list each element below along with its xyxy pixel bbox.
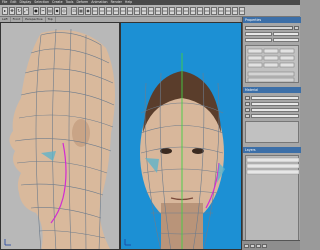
toolbar-button[interactable]: ▭ (190, 6, 196, 15)
move-tool-button[interactable]: ✥ (9, 6, 15, 15)
toolbar-button[interactable]: ▭ (106, 6, 112, 15)
toolbar-button[interactable]: ▭ (211, 6, 217, 15)
property-field[interactable] (245, 31, 272, 36)
toolbar-button[interactable]: ▭ (134, 6, 140, 15)
select-tool-button[interactable]: ▸ (2, 6, 8, 15)
property-row (245, 31, 299, 36)
property-row (245, 37, 299, 42)
property-field[interactable] (272, 37, 299, 42)
property-row (245, 107, 299, 112)
property-field[interactable] (251, 107, 299, 112)
toolbar-button[interactable]: ▭ (92, 6, 98, 15)
new-layer-icon[interactable] (244, 243, 249, 248)
layers-rows (246, 157, 300, 175)
grid-tool-button[interactable]: ▦ (78, 6, 84, 15)
extrude-tool-button[interactable]: ▤ (47, 6, 53, 15)
transform-grid (247, 48, 295, 83)
property-row (245, 101, 299, 106)
right-eye-shape (192, 148, 204, 154)
delete-layer-icon[interactable] (250, 243, 255, 248)
snap-tool-button[interactable]: ⊡ (71, 6, 77, 15)
property-row (245, 113, 299, 118)
side-head-photo (9, 30, 115, 249)
property-field[interactable] (245, 37, 272, 42)
side-view-canvas[interactable] (1, 23, 120, 250)
toolbar-button[interactable]: ▭ (99, 6, 105, 15)
toolbar-button[interactable]: ▭ (120, 6, 126, 15)
toolbar-button[interactable]: ▭ (225, 6, 231, 15)
property-row (245, 95, 299, 100)
toolbar-button[interactable]: ▭ (204, 6, 210, 15)
checkbox[interactable] (245, 113, 250, 118)
material-list[interactable] (245, 121, 299, 143)
front-view-canvas[interactable] (121, 23, 242, 250)
panel-title: Properties (243, 17, 301, 23)
axis-icon (4, 239, 11, 246)
properties-panel: Properties Material Layers (242, 17, 301, 250)
main-toolbar: ▸ ✥ ↻ ⤢ ● ✂ ▤ ◆ ◎ ⊡ ▦ ◉ ▭ ▭ ▭ ▭ ▭ ▭ ▭ ▭ … (0, 5, 300, 17)
viewport-side[interactable] (0, 22, 120, 250)
toolbar-button[interactable]: ▭ (232, 6, 238, 15)
viewport-front[interactable] (120, 22, 242, 250)
smooth-tool-button[interactable]: ◎ (61, 6, 67, 15)
axis-icon (124, 239, 131, 246)
property-row (245, 25, 299, 30)
weld-tool-button[interactable]: ● (33, 6, 39, 15)
toolbar-button[interactable]: ▭ (162, 6, 168, 15)
toolbar-button[interactable]: ▭ (183, 6, 189, 15)
toolbar-button[interactable]: ▭ (148, 6, 154, 15)
layers-list[interactable] (245, 155, 300, 249)
left-eye-shape (160, 148, 172, 154)
toolbar-button[interactable]: ▭ (155, 6, 161, 15)
scale-tool-button[interactable]: ⤢ (23, 6, 29, 15)
toolbar-button[interactable]: ▭ (218, 6, 224, 15)
visibility-icon[interactable] (256, 243, 261, 248)
ear-shape (72, 119, 90, 147)
property-field[interactable] (251, 95, 299, 100)
bevel-tool-button[interactable]: ◆ (54, 6, 60, 15)
toolbar-button[interactable]: ▭ (176, 6, 182, 15)
panel-statusbar (242, 240, 300, 250)
camera-tool-button[interactable]: ◉ (85, 6, 91, 15)
toolbar-button[interactable]: ▭ (127, 6, 133, 15)
dropdown-arrow-icon[interactable] (294, 25, 299, 30)
rotate-tool-button[interactable]: ↻ (16, 6, 22, 15)
checkbox[interactable] (245, 107, 250, 112)
lock-icon[interactable] (262, 243, 267, 248)
toolbar-button[interactable]: ▭ (197, 6, 203, 15)
toolbar-button[interactable]: ▭ (239, 6, 245, 15)
property-field[interactable] (272, 31, 299, 36)
transform-block (245, 45, 299, 83)
material-section-title[interactable]: Material (243, 87, 301, 93)
layers-section-title[interactable]: Layers (243, 147, 301, 153)
property-field[interactable] (251, 101, 299, 106)
checkbox[interactable] (245, 95, 250, 100)
cut-tool-button[interactable]: ✂ (40, 6, 46, 15)
toolbar-button[interactable]: ▭ (113, 6, 119, 15)
property-field[interactable] (251, 113, 299, 118)
toolbar-button[interactable]: ▭ (169, 6, 175, 15)
checkbox[interactable] (245, 101, 250, 106)
object-dropdown[interactable] (245, 25, 293, 30)
toolbar-button[interactable]: ▭ (141, 6, 147, 15)
